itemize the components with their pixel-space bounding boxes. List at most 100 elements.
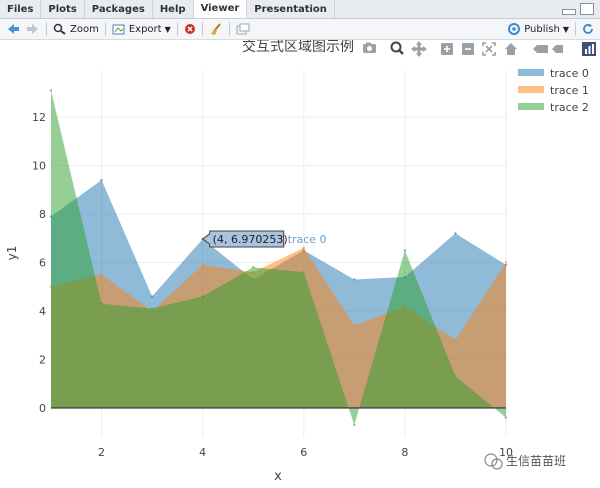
watermark: 生信苗苗班 (484, 453, 566, 470)
new-window-icon (236, 23, 250, 35)
data-point (201, 295, 204, 298)
data-point (150, 307, 154, 310)
refresh-button[interactable] (582, 23, 594, 35)
x-tick-labels: 2 4 6 8 10 (98, 446, 513, 459)
compare-hover-icon[interactable] (552, 45, 563, 53)
data-point (454, 375, 457, 378)
wechat-icon (484, 453, 498, 467)
chart-title: 交互式区域图示例 (242, 40, 354, 55)
data-point (454, 232, 457, 235)
y-tick-label: 8 (39, 208, 46, 221)
data-point (49, 89, 53, 92)
pane-tabbar: Files Plots Packages Help Viewer Present… (0, 0, 600, 19)
tab-packages[interactable]: Packages (85, 0, 153, 18)
data-point (100, 178, 103, 182)
x-axis-title: x (274, 469, 282, 484)
legend-swatch (518, 86, 544, 93)
export-icon (112, 24, 125, 35)
zoom-icon (53, 23, 66, 35)
y-tick-label: 4 (39, 305, 46, 318)
legend: trace 0 trace 1 trace 2 (518, 67, 589, 114)
tab-plots[interactable]: Plots (41, 0, 85, 18)
y-tick-label: 10 (32, 160, 46, 173)
camera-icon[interactable] (363, 42, 376, 54)
close-circle-icon (184, 24, 195, 34)
y-tick-labels: 0 2 4 6 8 10 12 (32, 111, 46, 415)
tab-viewer[interactable]: Viewer (193, 0, 248, 18)
modebar (363, 41, 596, 57)
publish-label: Publish (524, 23, 560, 35)
legend-item[interactable]: trace 0 (518, 67, 589, 80)
data-point (454, 338, 457, 342)
open-in-browser-button[interactable] (236, 23, 250, 35)
legend-label: trace 2 (550, 101, 589, 114)
publish-icon (508, 23, 521, 35)
maximize-icon[interactable] (580, 3, 594, 15)
data-point (353, 324, 356, 327)
forward-arrow-icon[interactable] (26, 23, 40, 35)
data-point (353, 423, 356, 427)
data-point (201, 263, 204, 267)
window-controls (562, 0, 600, 18)
area-series (49, 89, 508, 427)
y-tick-label: 6 (39, 256, 46, 269)
legend-swatch (518, 69, 544, 76)
tab-presentation[interactable]: Presentation (247, 0, 335, 18)
legend-item[interactable]: trace 2 (518, 101, 589, 114)
publish-button[interactable]: Publish ▼ (507, 23, 569, 35)
legend-swatch (518, 103, 544, 110)
hover-tooltip: (4, 6.970253) trace 0 (201, 230, 327, 248)
legend-label: trace 1 (550, 84, 589, 97)
data-point (403, 249, 407, 252)
data-point (150, 295, 154, 298)
broom-icon (210, 23, 221, 35)
clear-all-button[interactable] (209, 23, 223, 35)
chevron-down-icon: ▼ (164, 24, 171, 34)
export-button[interactable]: Export ▼ (112, 23, 171, 35)
zoom-icon[interactable] (390, 41, 404, 55)
toolbar-divider (201, 22, 203, 36)
data-point (100, 273, 103, 276)
plotly-chart: 2 4 6 8 10 0 2 4 6 8 10 12 x y1 交互式区域图示例 trace 0 tr… (0, 38, 600, 484)
x-tick-label: 6 (300, 446, 307, 459)
toolbar-divider (104, 22, 106, 36)
x-tick-label: 4 (199, 446, 206, 459)
legend-item[interactable]: trace 1 (518, 84, 589, 97)
zoom-in-icon[interactable] (441, 43, 453, 55)
zoom-label: Zoom (70, 23, 99, 35)
chevron-down-icon: ▼ (562, 24, 569, 34)
legend-label: trace 0 (550, 67, 589, 80)
x-tick-label: 8 (401, 446, 408, 459)
watermark-text: 生信苗苗班 (506, 454, 566, 468)
minimize-icon[interactable] (562, 9, 576, 15)
data-point (100, 302, 103, 305)
y-tick-label: 12 (32, 111, 46, 124)
spike-lines-icon[interactable] (533, 45, 548, 53)
home-icon[interactable] (505, 43, 517, 55)
tooltip-series-name: trace 0 (288, 233, 327, 246)
toolbar-divider (176, 22, 178, 36)
data-point (302, 270, 305, 274)
remove-viewer-button[interactable] (184, 23, 196, 35)
data-point (504, 416, 508, 419)
zoom-button[interactable]: Zoom (53, 23, 99, 35)
toolbar-divider (46, 22, 47, 36)
y-tick-label: 0 (39, 402, 46, 415)
tab-help[interactable]: Help (153, 0, 194, 18)
tooltip-value: (4, 6.970253) (213, 233, 288, 246)
y-tick-label: 2 (39, 353, 46, 366)
plotly-logo-icon[interactable] (582, 42, 596, 56)
x-tick-label: 2 (98, 446, 105, 459)
data-point (302, 246, 305, 250)
tab-files[interactable]: Files (0, 0, 42, 18)
pan-icon[interactable] (411, 41, 427, 57)
chart-svg: 2 4 6 8 10 024681012 x y1 交互式区域图示例 trace 0tr… (5, 38, 596, 484)
back-arrow-icon[interactable] (6, 23, 20, 35)
refresh-icon (583, 23, 593, 34)
zoom-out-icon[interactable] (462, 43, 474, 55)
export-label: Export (128, 23, 162, 35)
data-point (504, 261, 508, 264)
data-point (252, 266, 255, 269)
autoscale-icon[interactable] (482, 42, 496, 56)
viewer-toolbar: Zoom Export ▼ Publish ▼ (0, 19, 600, 40)
